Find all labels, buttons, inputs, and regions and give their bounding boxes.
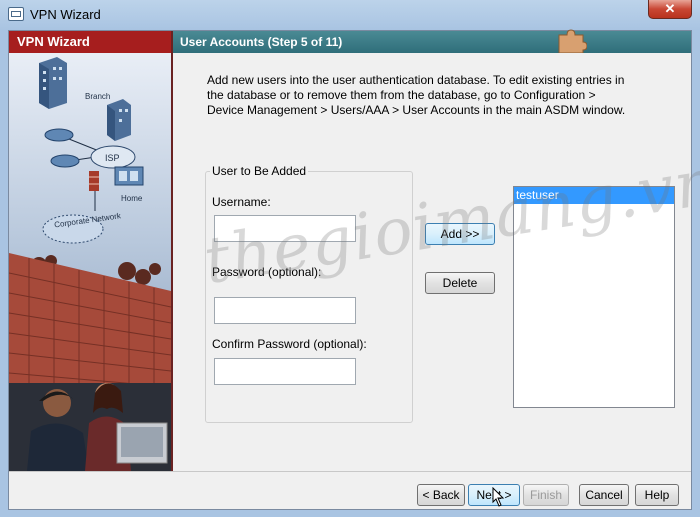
add-user-button[interactable]: Add >> bbox=[425, 223, 495, 245]
password-input[interactable] bbox=[214, 297, 356, 324]
diagram-isp-label: ISP bbox=[105, 153, 120, 163]
vpn-wizard-window: VPN Wizard ✕ VPN Wizard Branch ISP Home … bbox=[0, 0, 700, 517]
mouse-cursor-icon bbox=[492, 487, 505, 507]
list-item[interactable]: testuser bbox=[514, 187, 674, 204]
diagram-home-label: Home bbox=[121, 194, 143, 203]
footer-separator bbox=[9, 471, 691, 472]
side-panel-title: VPN Wizard bbox=[9, 31, 171, 53]
step-description: Add new users into the user authenticati… bbox=[207, 73, 626, 117]
side-panel-illustration: Branch ISP Home Corporate Network bbox=[9, 53, 171, 471]
puzzle-piece-icon bbox=[558, 29, 587, 53]
password-label: Password (optional): bbox=[212, 265, 322, 279]
side-panel: VPN Wizard Branch ISP Home Corporate Net… bbox=[9, 31, 173, 471]
title-bar[interactable]: VPN Wizard ✕ bbox=[0, 0, 700, 30]
users-listbox[interactable]: testuser bbox=[513, 186, 675, 408]
cancel-button[interactable]: Cancel bbox=[579, 484, 629, 506]
delete-user-button[interactable]: Delete bbox=[425, 272, 495, 294]
user-to-add-legend: User to Be Added bbox=[210, 164, 309, 178]
confirm-password-input[interactable] bbox=[214, 358, 356, 385]
step-header: User Accounts (Step 5 of 11) bbox=[173, 29, 691, 53]
diagram-branch-label: Branch bbox=[85, 92, 110, 101]
finish-button[interactable]: Finish bbox=[523, 484, 569, 506]
home-pc-icon bbox=[114, 166, 144, 186]
confirm-password-label: Confirm Password (optional): bbox=[212, 337, 367, 351]
back-button[interactable]: < Back bbox=[417, 484, 465, 506]
firewall-icon bbox=[89, 171, 99, 191]
branch-building-icon bbox=[39, 57, 67, 109]
username-input[interactable] bbox=[214, 215, 356, 242]
help-button[interactable]: Help bbox=[635, 484, 679, 506]
vpn-wizard-app-icon bbox=[8, 7, 24, 21]
remote-building-icon bbox=[107, 99, 131, 141]
wizard-client-area: VPN Wizard Branch ISP Home Corporate Net… bbox=[8, 29, 700, 510]
username-label: Username: bbox=[212, 195, 271, 209]
step-title: User Accounts (Step 5 of 11) bbox=[180, 35, 343, 49]
close-button[interactable]: ✕ bbox=[648, 0, 692, 19]
people-photo bbox=[9, 383, 171, 471]
window-title: VPN Wizard bbox=[30, 7, 101, 22]
